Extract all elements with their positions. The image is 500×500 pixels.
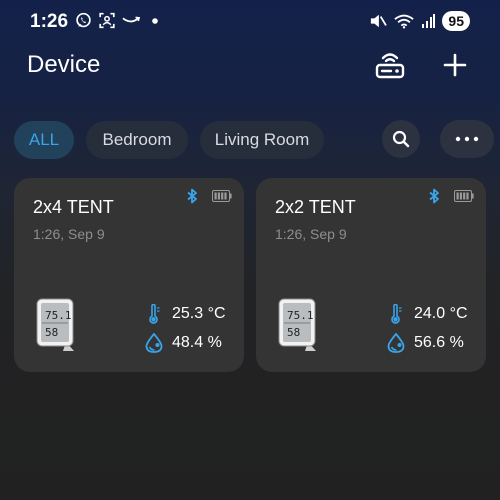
- thermometer-icon: [149, 304, 160, 324]
- screenshot-icon: [99, 12, 115, 29]
- hub-icon: [375, 53, 405, 79]
- filter-chip-living-room[interactable]: Living Room: [200, 121, 324, 159]
- svg-text:75.1: 75.1: [287, 309, 314, 322]
- filter-chip-label: ALL: [28, 130, 60, 149]
- page-title: Device: [27, 51, 101, 78]
- battery-icon: [454, 190, 474, 202]
- notification-icons: [75, 12, 160, 29]
- battery-icon: [212, 190, 232, 202]
- whatsapp-icon: [76, 12, 91, 28]
- temperature-reading: 25.3 °C: [145, 304, 226, 324]
- battery-level-badge: 95: [442, 11, 470, 31]
- wifi-icon: [394, 14, 415, 29]
- svg-text:75.1: 75.1: [45, 309, 72, 322]
- cell-signal-icon: [422, 14, 436, 28]
- filter-chip-all[interactable]: ALL: [14, 121, 74, 159]
- amazon-icon: [122, 16, 140, 22]
- device-name: 2x4 TENT: [33, 197, 114, 217]
- temperature-reading: 24.0 °C: [387, 304, 468, 324]
- humidity-value: 48.4 %: [172, 334, 222, 351]
- status-indicators: 95: [369, 11, 470, 31]
- add-device-button[interactable]: [437, 47, 473, 83]
- bluetooth-icon: [187, 188, 197, 204]
- more-options-button[interactable]: [440, 120, 494, 158]
- search-button[interactable]: [382, 120, 420, 158]
- status-time: 1:26: [30, 11, 69, 32]
- device-card[interactable]: 2x4 TENT 1:26, Sep 9 75.1 58 25.3 °C 48.…: [14, 178, 244, 372]
- device-card[interactable]: 2x2 TENT 1:26, Sep 9 75.1 58 24.0 °C 56.…: [256, 178, 486, 372]
- svg-text:58: 58: [287, 326, 300, 339]
- gateway-hub-button[interactable]: [371, 47, 409, 83]
- mute-icon: [371, 14, 388, 28]
- hygrometer-device-icon: 75.1 58: [36, 298, 74, 351]
- humidity-icon: [387, 333, 405, 353]
- filter-chip-label: Bedroom: [102, 130, 172, 149]
- temperature-value: 24.0 °C: [414, 305, 468, 322]
- filter-chip-bedroom[interactable]: Bedroom: [86, 121, 188, 159]
- svg-text:58: 58: [45, 326, 58, 339]
- temperature-value: 25.3 °C: [172, 305, 226, 322]
- humidity-reading: 56.6 %: [387, 333, 464, 353]
- last-updated: 1:26, Sep 9: [33, 226, 105, 242]
- humidity-reading: 48.4 %: [145, 333, 222, 353]
- bluetooth-icon: [429, 188, 439, 204]
- last-updated: 1:26, Sep 9: [275, 226, 347, 242]
- humidity-value: 56.6 %: [414, 334, 464, 351]
- plus-icon: [443, 53, 467, 77]
- search-icon: [392, 130, 410, 148]
- status-bar: 1:26 95: [0, 0, 500, 44]
- hygrometer-device-icon: 75.1 58: [278, 298, 316, 351]
- more-icon: [455, 136, 479, 142]
- more-notifications-dot-icon: [152, 17, 158, 24]
- filter-chip-label: Living Room: [214, 130, 310, 149]
- device-name: 2x2 TENT: [275, 197, 356, 217]
- humidity-icon: [145, 333, 163, 353]
- thermometer-icon: [391, 304, 402, 324]
